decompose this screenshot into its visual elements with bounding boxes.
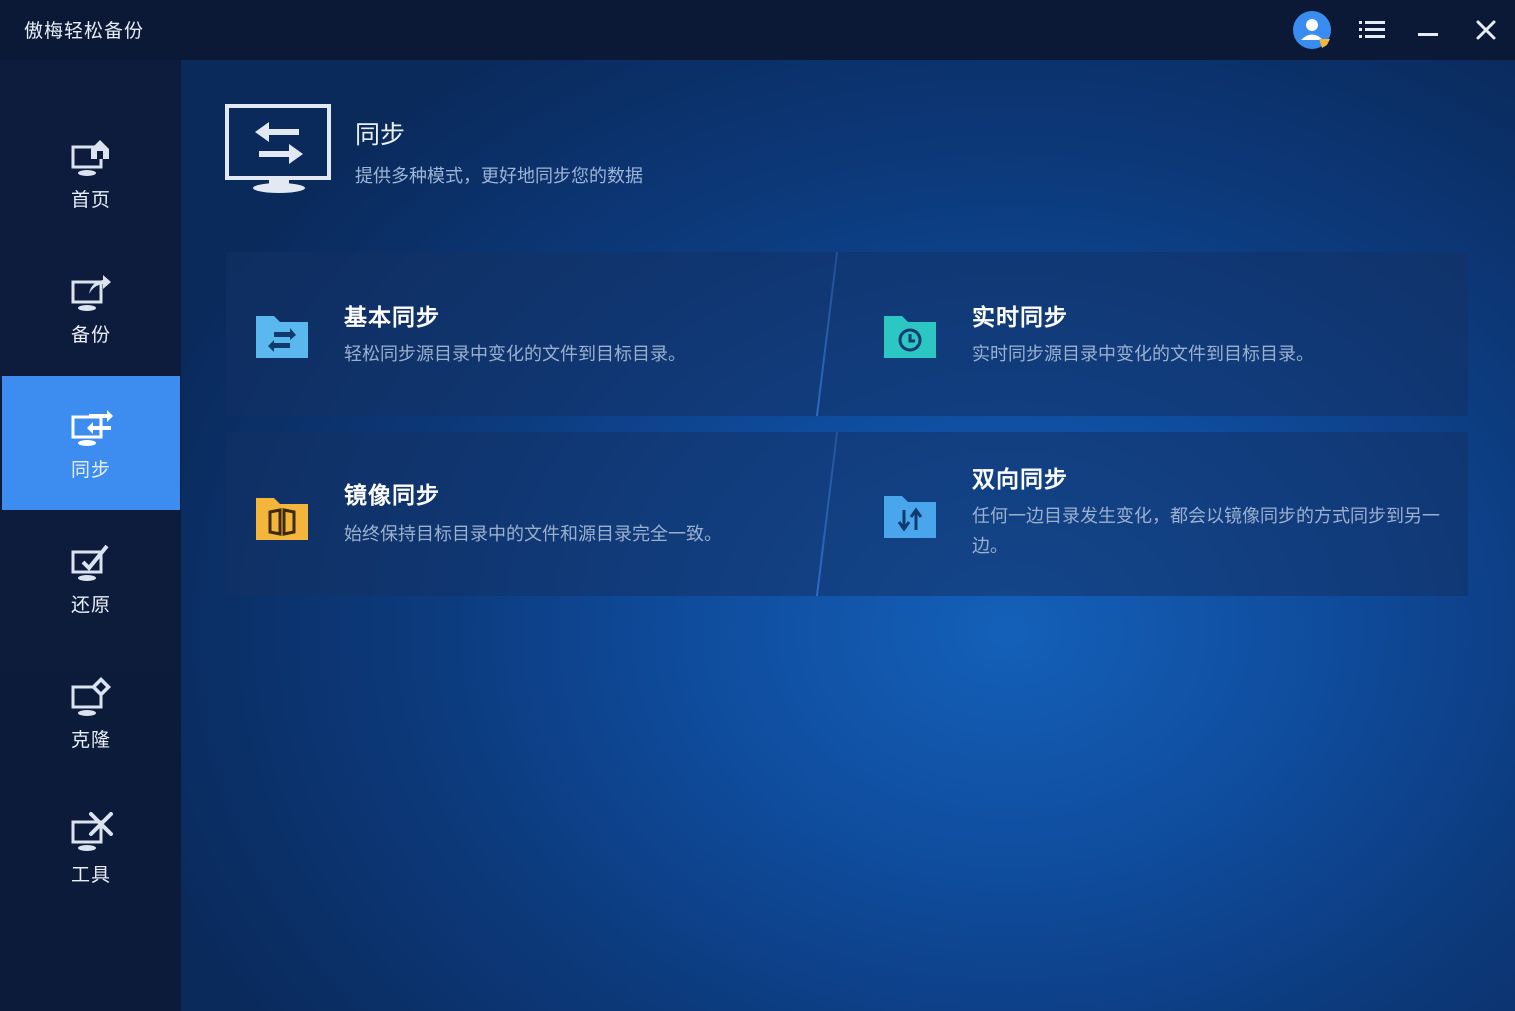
page-subtitle: 提供多种模式，更好地同步您的数据	[355, 166, 643, 187]
mirror-sync-folder-icon	[256, 498, 308, 540]
two-way-sync-folder-icon	[884, 496, 936, 538]
app-window: 傲梅轻松备份 首页 备份 同步 还原 克隆 工具 同步 提供多种模式，更好地同步…	[0, 0, 1515, 1011]
tools-monitor-icon	[71, 811, 113, 851]
basic-sync-folder-icon	[256, 316, 308, 358]
close-icon	[1476, 20, 1496, 40]
sidebar-item-label: 首页	[70, 188, 111, 211]
sidebar-item-label: 克隆	[70, 728, 111, 751]
clone-monitor-icon	[71, 676, 111, 716]
sidebar-item-restore[interactable]: 还原	[2, 511, 180, 645]
sidebar-item-label: 还原	[70, 593, 111, 616]
two-way-sync-card[interactable]: 双向同步 任何一边目录发生变化，都会以镜像同步的方式同步到另一边。	[854, 432, 1468, 596]
sync-options-row-1: 基本同步 轻松同步源目录中变化的文件到目标目录。 实时同步 实时同步源目录中变化…	[226, 252, 1468, 416]
menu-list-icon	[1359, 21, 1385, 38]
card-divider	[815, 432, 839, 596]
main-content: 同步 提供多种模式，更好地同步您的数据 基本同步 轻松同步源目录中变化的文件到目…	[181, 60, 1515, 1011]
close-button[interactable]	[1466, 10, 1506, 50]
sidebar-item-backup[interactable]: 备份	[2, 241, 180, 375]
mirror-sync-desc: 始终保持目标目录中的文件和源目录完全一致。	[344, 524, 722, 545]
realtime-sync-card[interactable]: 实时同步 实时同步源目录中变化的文件到目标目录。	[854, 252, 1468, 416]
sidebar-item-label: 备份	[70, 323, 111, 346]
realtime-sync-title: 实时同步	[972, 305, 1068, 331]
basic-sync-card[interactable]: 基本同步 轻松同步源目录中变化的文件到目标目录。	[226, 252, 816, 416]
realtime-sync-folder-icon	[884, 316, 936, 358]
sidebar-item-label: 工具	[70, 863, 111, 886]
mirror-sync-title: 镜像同步	[344, 483, 440, 509]
sync-options-row-2: 镜像同步 始终保持目标目录中的文件和源目录完全一致。 双向同步 任何一边目录发生…	[226, 432, 1468, 596]
card-divider	[815, 252, 839, 416]
minimize-button[interactable]	[1408, 10, 1448, 50]
sidebar-item-sync[interactable]: 同步	[2, 376, 180, 510]
minimize-icon	[1418, 33, 1438, 36]
app-title: 傲梅轻松备份	[24, 20, 145, 42]
user-avatar-button[interactable]	[1292, 10, 1332, 50]
two-way-sync-title: 双向同步	[972, 467, 1068, 493]
backup-monitor-icon	[71, 274, 111, 311]
sidebar: 首页 备份 同步 还原 克隆 工具	[0, 60, 181, 1011]
sidebar-item-label: 同步	[70, 458, 111, 481]
sidebar-item-home[interactable]: 首页	[2, 106, 180, 240]
sync-monitor-large-icon	[225, 104, 331, 193]
menu-button[interactable]	[1352, 10, 1392, 50]
page-title: 同步	[355, 120, 406, 149]
home-monitor-icon	[71, 139, 109, 176]
sidebar-item-clone[interactable]: 克隆	[2, 646, 180, 780]
basic-sync-title: 基本同步	[344, 305, 440, 331]
sync-monitor-icon	[71, 409, 113, 446]
restore-monitor-icon	[71, 544, 109, 581]
user-avatar-icon	[1293, 11, 1331, 49]
two-way-sync-desc: 任何一边目录发生变化，都会以镜像同步的方式同步到另一边。	[972, 506, 1440, 557]
mirror-sync-card[interactable]: 镜像同步 始终保持目标目录中的文件和源目录完全一致。	[226, 432, 816, 596]
basic-sync-desc: 轻松同步源目录中变化的文件到目标目录。	[344, 344, 686, 365]
realtime-sync-desc: 实时同步源目录中变化的文件到目标目录。	[972, 344, 1314, 365]
title-bar: 傲梅轻松备份	[0, 0, 1515, 60]
sidebar-item-tools[interactable]: 工具	[2, 781, 180, 915]
